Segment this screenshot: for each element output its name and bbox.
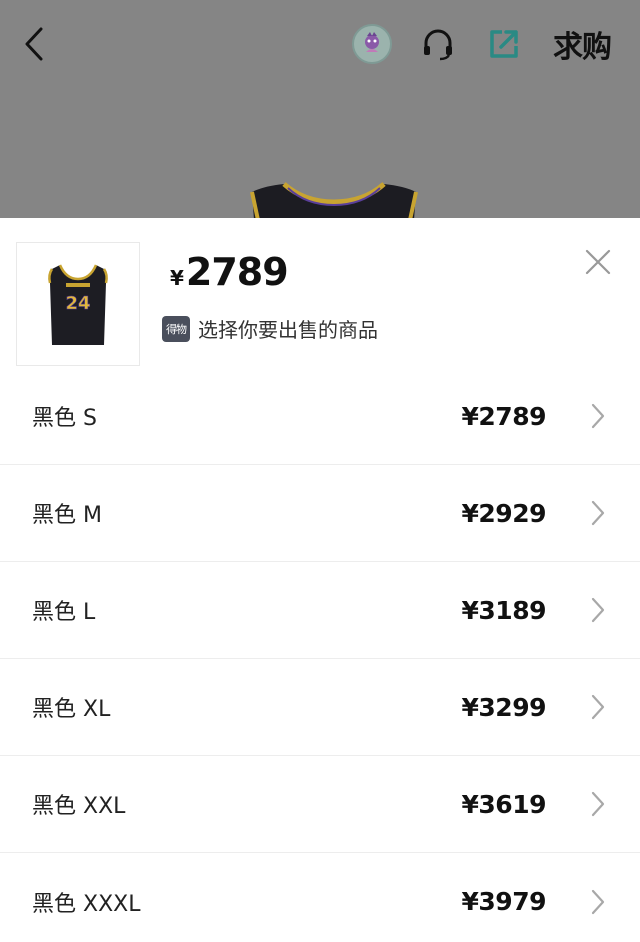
mascot-avatar-icon[interactable] — [352, 24, 392, 64]
chevron-left-icon — [25, 27, 43, 61]
size-row-s[interactable]: 黑色 S ¥2789 — [0, 368, 640, 465]
dimmed-backdrop[interactable]: 求购 — [0, 0, 640, 220]
size-label: 黑色 XL — [32, 697, 111, 722]
chevron-right-icon — [590, 594, 610, 626]
size-price: ¥2929 — [461, 498, 547, 528]
product-jersey-peek — [250, 182, 418, 220]
close-icon — [585, 249, 611, 275]
size-row-xxl[interactable]: 黑色 XXL ¥3619 — [0, 756, 640, 853]
size-price: ¥3979 — [461, 887, 547, 916]
size-price: ¥2789 — [461, 401, 547, 431]
size-label: 黑色 L — [32, 600, 96, 625]
size-label: 黑色 XXXL — [32, 891, 141, 917]
chevron-right-icon — [590, 497, 610, 529]
size-select-sheet: 24 ¥ 2789 得物 选择你要出售的商品 黑色 S ¥2789 黑色 M ¥… — [0, 218, 640, 942]
size-label: 黑色 XXL — [32, 794, 126, 819]
size-label: 黑色 S — [32, 406, 97, 431]
size-row-l[interactable]: 黑色 L ¥3189 — [0, 562, 640, 659]
size-row-xxxl[interactable]: 黑色 XXXL ¥3979 — [0, 853, 640, 942]
top-nav-bar: 求购 — [0, 0, 640, 90]
product-thumbnail: 24 — [16, 242, 140, 366]
size-label: 黑色 M — [32, 503, 102, 528]
screen: 求购 24 ¥ 2789 得物 选择你要出售的商品 黑色 S ¥2789 黑色 … — [0, 0, 640, 942]
selected-price: ¥ 2789 — [170, 250, 289, 294]
currency-symbol: ¥ — [170, 266, 184, 290]
brand-badge: 得物 — [162, 315, 190, 342]
customer-service-button[interactable] — [416, 22, 460, 66]
size-row-m[interactable]: 黑色 M ¥2929 — [0, 465, 640, 562]
chevron-right-icon — [590, 400, 610, 432]
chevron-right-icon — [590, 886, 610, 918]
hint-text: 选择你要出售的商品 — [198, 318, 378, 342]
price-value: 2789 — [185, 250, 289, 294]
jersey-number: 24 — [65, 293, 90, 314]
sell-hint: 得物 选择你要出售的商品 — [162, 314, 378, 343]
chevron-right-icon — [590, 691, 610, 723]
share-button[interactable] — [482, 22, 526, 66]
back-button[interactable] — [14, 22, 54, 66]
size-price: ¥3189 — [461, 595, 547, 625]
seek-to-buy-button[interactable]: 求购 — [548, 22, 616, 66]
size-price: ¥3619 — [461, 789, 547, 819]
sheet-header: 24 ¥ 2789 得物 选择你要出售的商品 — [0, 218, 640, 368]
headset-icon — [424, 29, 452, 61]
close-button[interactable] — [580, 244, 616, 280]
size-price: ¥3299 — [461, 692, 547, 722]
jersey-image: 24 — [48, 264, 108, 345]
chevron-right-icon — [590, 788, 610, 820]
size-row-xl[interactable]: 黑色 XL ¥3299 — [0, 659, 640, 756]
share-external-icon — [490, 30, 518, 58]
size-list: 黑色 S ¥2789 黑色 M ¥2929 黑色 L ¥3189 黑色 XL ¥… — [0, 368, 640, 942]
